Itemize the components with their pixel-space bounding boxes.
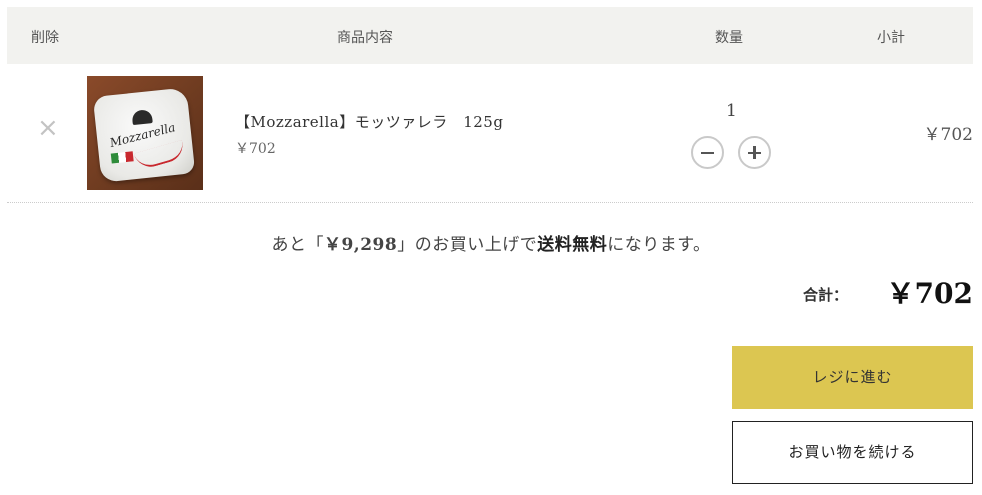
free-shipping-suffix: になります。 [607, 235, 711, 255]
checkout-button[interactable]: レジに進む [732, 346, 973, 409]
close-icon[interactable]: × [37, 115, 59, 141]
header-subtotal: 小計 [877, 30, 905, 46]
product-price: ￥702 [235, 141, 276, 157]
brand-logo-icon [131, 109, 153, 126]
free-shipping-amount: ￥9,298 [323, 235, 398, 255]
free-shipping-message: あと「￥9,298」のお買い上げで送料無料になります。 [0, 230, 982, 255]
swoosh-decoration [133, 139, 187, 171]
cart-table-header: 削除 商品内容 数量 小計 [7, 7, 973, 64]
header-product: 商品内容 [337, 30, 393, 46]
free-shipping-highlight: 送料無料 [537, 235, 608, 255]
plus-circle-icon[interactable] [738, 136, 771, 169]
total-label: 合計： [803, 286, 849, 304]
product-image[interactable]: Mozzarella [87, 76, 203, 190]
cart-item-row: × Mozzarella 【Mozzarella】モッツァレラ 125g ￥70… [7, 64, 973, 202]
header-delete: 削除 [31, 30, 59, 46]
free-shipping-middle: 」のお買い上げで [397, 235, 538, 255]
minus-circle-icon[interactable] [691, 136, 724, 169]
free-shipping-prefix: あと「 [271, 235, 324, 255]
product-name[interactable]: 【Mozzarella】モッツァレラ 125g [235, 111, 503, 132]
header-quantity: 数量 [715, 30, 743, 46]
quantity-value: 1 [726, 101, 737, 121]
italian-flag-icon [110, 151, 134, 164]
total-value: ￥702 [886, 277, 973, 310]
item-subtotal: ￥702 [923, 125, 973, 145]
row-divider [7, 202, 973, 203]
mozzarella-package-image: Mozzarella [92, 87, 196, 183]
continue-shopping-button[interactable]: お買い物を続ける [732, 421, 973, 484]
